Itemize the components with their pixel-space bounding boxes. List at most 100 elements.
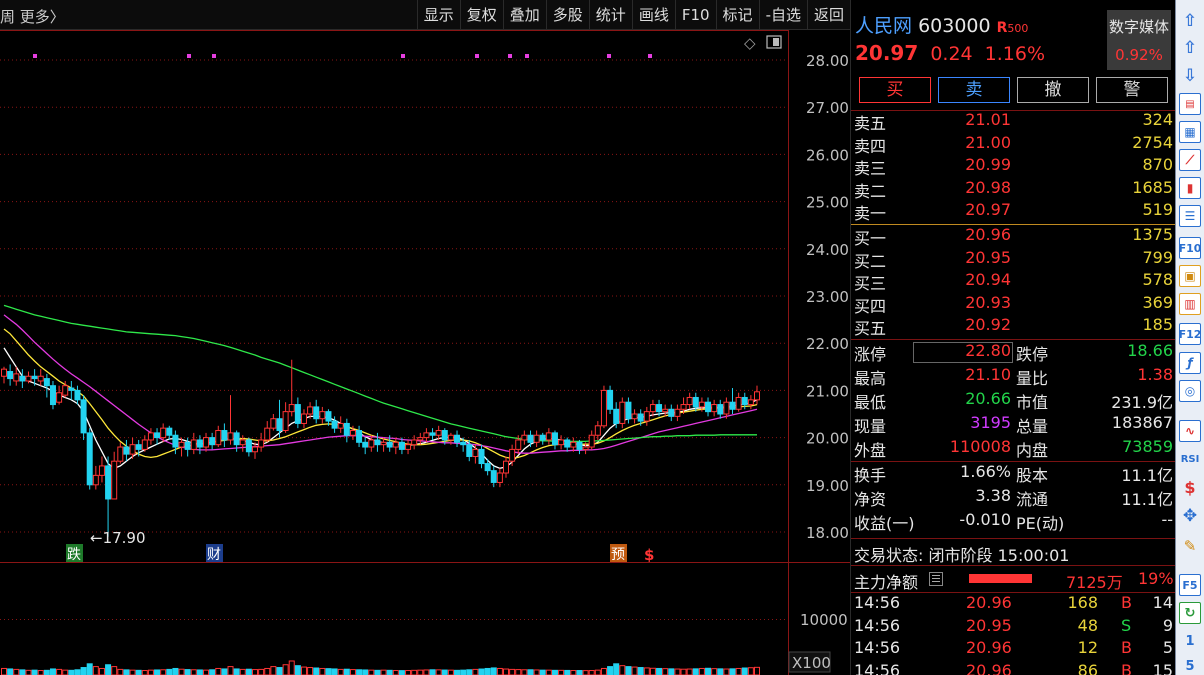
candle[interactable] bbox=[705, 397, 712, 417]
f12-icon[interactable]: F12 bbox=[1179, 323, 1201, 345]
move-icon[interactable]: ✥ bbox=[1179, 505, 1201, 527]
stat-row[interactable]: 涨停 22.80 跌停 18.66 bbox=[851, 341, 1176, 364]
candle[interactable] bbox=[37, 369, 44, 386]
pen-icon[interactable]: ✎ bbox=[1179, 535, 1201, 557]
candle[interactable] bbox=[662, 404, 669, 417]
stock-name[interactable]: 人民网 bbox=[855, 15, 912, 37]
event-dot[interactable] bbox=[187, 54, 191, 58]
event-dot[interactable] bbox=[648, 54, 652, 58]
menu-multi-stock[interactable]: 多股 bbox=[545, 0, 589, 30]
candle[interactable] bbox=[19, 369, 26, 389]
page-digit-1[interactable]: 1 bbox=[1179, 630, 1201, 652]
candle[interactable] bbox=[203, 432, 210, 452]
candle[interactable] bbox=[154, 428, 161, 445]
candle[interactable] bbox=[558, 435, 565, 450]
candle[interactable] bbox=[405, 439, 412, 455]
candle[interactable] bbox=[7, 364, 14, 386]
window-toggle-icon[interactable] bbox=[766, 35, 782, 49]
candle[interactable] bbox=[86, 428, 93, 490]
arrow-down-outline-icon[interactable]: ⇩ bbox=[1179, 65, 1201, 87]
list-icon[interactable] bbox=[929, 572, 943, 586]
ask-row[interactable]: 卖五 21.01 324 bbox=[851, 110, 1176, 133]
candle[interactable] bbox=[123, 439, 130, 462]
bid-row[interactable]: 买四 20.93 369 bbox=[851, 293, 1176, 316]
wave-icon[interactable]: ∿ bbox=[1179, 420, 1201, 442]
event-dot[interactable] bbox=[212, 54, 216, 58]
candle[interactable] bbox=[570, 437, 577, 452]
candle[interactable] bbox=[356, 425, 363, 448]
sector-box[interactable]: 数字媒体 0.92% bbox=[1107, 10, 1171, 70]
candle[interactable] bbox=[429, 428, 436, 440]
candle[interactable] bbox=[539, 432, 546, 445]
candle[interactable] bbox=[43, 373, 50, 398]
candle[interactable] bbox=[105, 456, 112, 537]
ask-row[interactable]: 卖四 21.00 2754 bbox=[851, 133, 1176, 156]
volume-chart[interactable]: 10000 X100 bbox=[0, 563, 850, 675]
menu-remove-watchlist[interactable]: -自选 bbox=[758, 0, 807, 30]
tag-dividend[interactable]: $ bbox=[644, 546, 654, 563]
candle[interactable] bbox=[668, 404, 675, 422]
candle[interactable] bbox=[374, 432, 381, 452]
candle[interactable] bbox=[729, 388, 736, 414]
tag-finance[interactable]: 财 bbox=[207, 547, 221, 563]
tick-row[interactable]: 14:56 20.96 12 B 5 bbox=[851, 638, 1176, 660]
candle[interactable] bbox=[631, 409, 638, 424]
candle[interactable] bbox=[576, 439, 583, 455]
candle[interactable] bbox=[98, 456, 105, 483]
page-digit-5[interactable]: 5 bbox=[1179, 655, 1201, 675]
sell-button[interactable]: 卖 bbox=[938, 77, 1010, 103]
fund-row[interactable]: 收益(一) -0.010 PE(动) -- bbox=[851, 510, 1176, 533]
candle[interactable] bbox=[264, 421, 271, 443]
line-chart-icon[interactable]: ⟋ bbox=[1179, 149, 1201, 171]
stat-row[interactable]: 最低 20.66 市值 231.9亿 bbox=[851, 389, 1176, 412]
notes-icon[interactable]: ☰ bbox=[1179, 205, 1201, 227]
event-dot[interactable] bbox=[475, 54, 479, 58]
candle[interactable] bbox=[190, 432, 197, 455]
candle[interactable] bbox=[245, 437, 252, 457]
candle[interactable] bbox=[717, 399, 724, 419]
period-breadcrumb[interactable]: 周 更多〉 bbox=[0, 6, 65, 27]
tag-fall[interactable]: 跌 bbox=[67, 547, 81, 563]
candle[interactable] bbox=[533, 430, 540, 448]
candle[interactable] bbox=[196, 435, 203, 455]
candle[interactable] bbox=[117, 442, 124, 464]
bid-row[interactable]: 买一 20.96 1375 bbox=[851, 225, 1176, 248]
candle[interactable] bbox=[607, 385, 614, 414]
candle[interactable] bbox=[747, 395, 754, 410]
candlesticks[interactable] bbox=[1, 359, 760, 537]
event-dot[interactable] bbox=[33, 54, 37, 58]
target-icon[interactable]: ◎ bbox=[1179, 380, 1201, 402]
menu-back[interactable]: 返回 bbox=[806, 0, 850, 30]
calendar-icon[interactable]: ▥ bbox=[1179, 293, 1201, 315]
candle[interactable] bbox=[49, 380, 56, 410]
ask-row[interactable]: 卖三 20.99 870 bbox=[851, 155, 1176, 178]
tag-forecast[interactable]: 预 bbox=[611, 547, 625, 563]
bid-row[interactable]: 买二 20.95 799 bbox=[851, 248, 1176, 271]
candle[interactable] bbox=[215, 425, 222, 448]
bid-row[interactable]: 买五 20.92 185 bbox=[851, 315, 1176, 338]
candle[interactable] bbox=[362, 437, 369, 455]
bid-row[interactable]: 买三 20.94 578 bbox=[851, 270, 1176, 293]
finance-icon[interactable]: ▣ bbox=[1179, 265, 1201, 287]
candle[interactable] bbox=[478, 444, 485, 469]
r-badge[interactable]: R bbox=[997, 20, 1008, 36]
candle[interactable] bbox=[221, 423, 228, 448]
candle[interactable] bbox=[166, 425, 173, 440]
candle[interactable] bbox=[754, 385, 760, 405]
quote-list-icon[interactable]: ▤ bbox=[1179, 93, 1201, 115]
event-dot[interactable] bbox=[401, 54, 405, 58]
candle[interactable] bbox=[392, 437, 399, 455]
candle[interactable] bbox=[619, 397, 626, 429]
candle[interactable] bbox=[294, 397, 301, 429]
buy-button[interactable]: 买 bbox=[859, 77, 931, 103]
candle[interactable] bbox=[74, 385, 81, 405]
candle[interactable] bbox=[258, 432, 265, 452]
candle-chart-icon[interactable]: ▮ bbox=[1179, 177, 1201, 199]
candle[interactable] bbox=[423, 428, 430, 443]
candle[interactable] bbox=[588, 430, 595, 450]
cancel-order-button[interactable]: 撤 bbox=[1017, 77, 1089, 103]
event-dot[interactable] bbox=[525, 54, 529, 58]
candle[interactable] bbox=[343, 418, 350, 443]
candle[interactable] bbox=[111, 451, 118, 500]
rsi-icon[interactable]: RSI bbox=[1179, 448, 1201, 470]
